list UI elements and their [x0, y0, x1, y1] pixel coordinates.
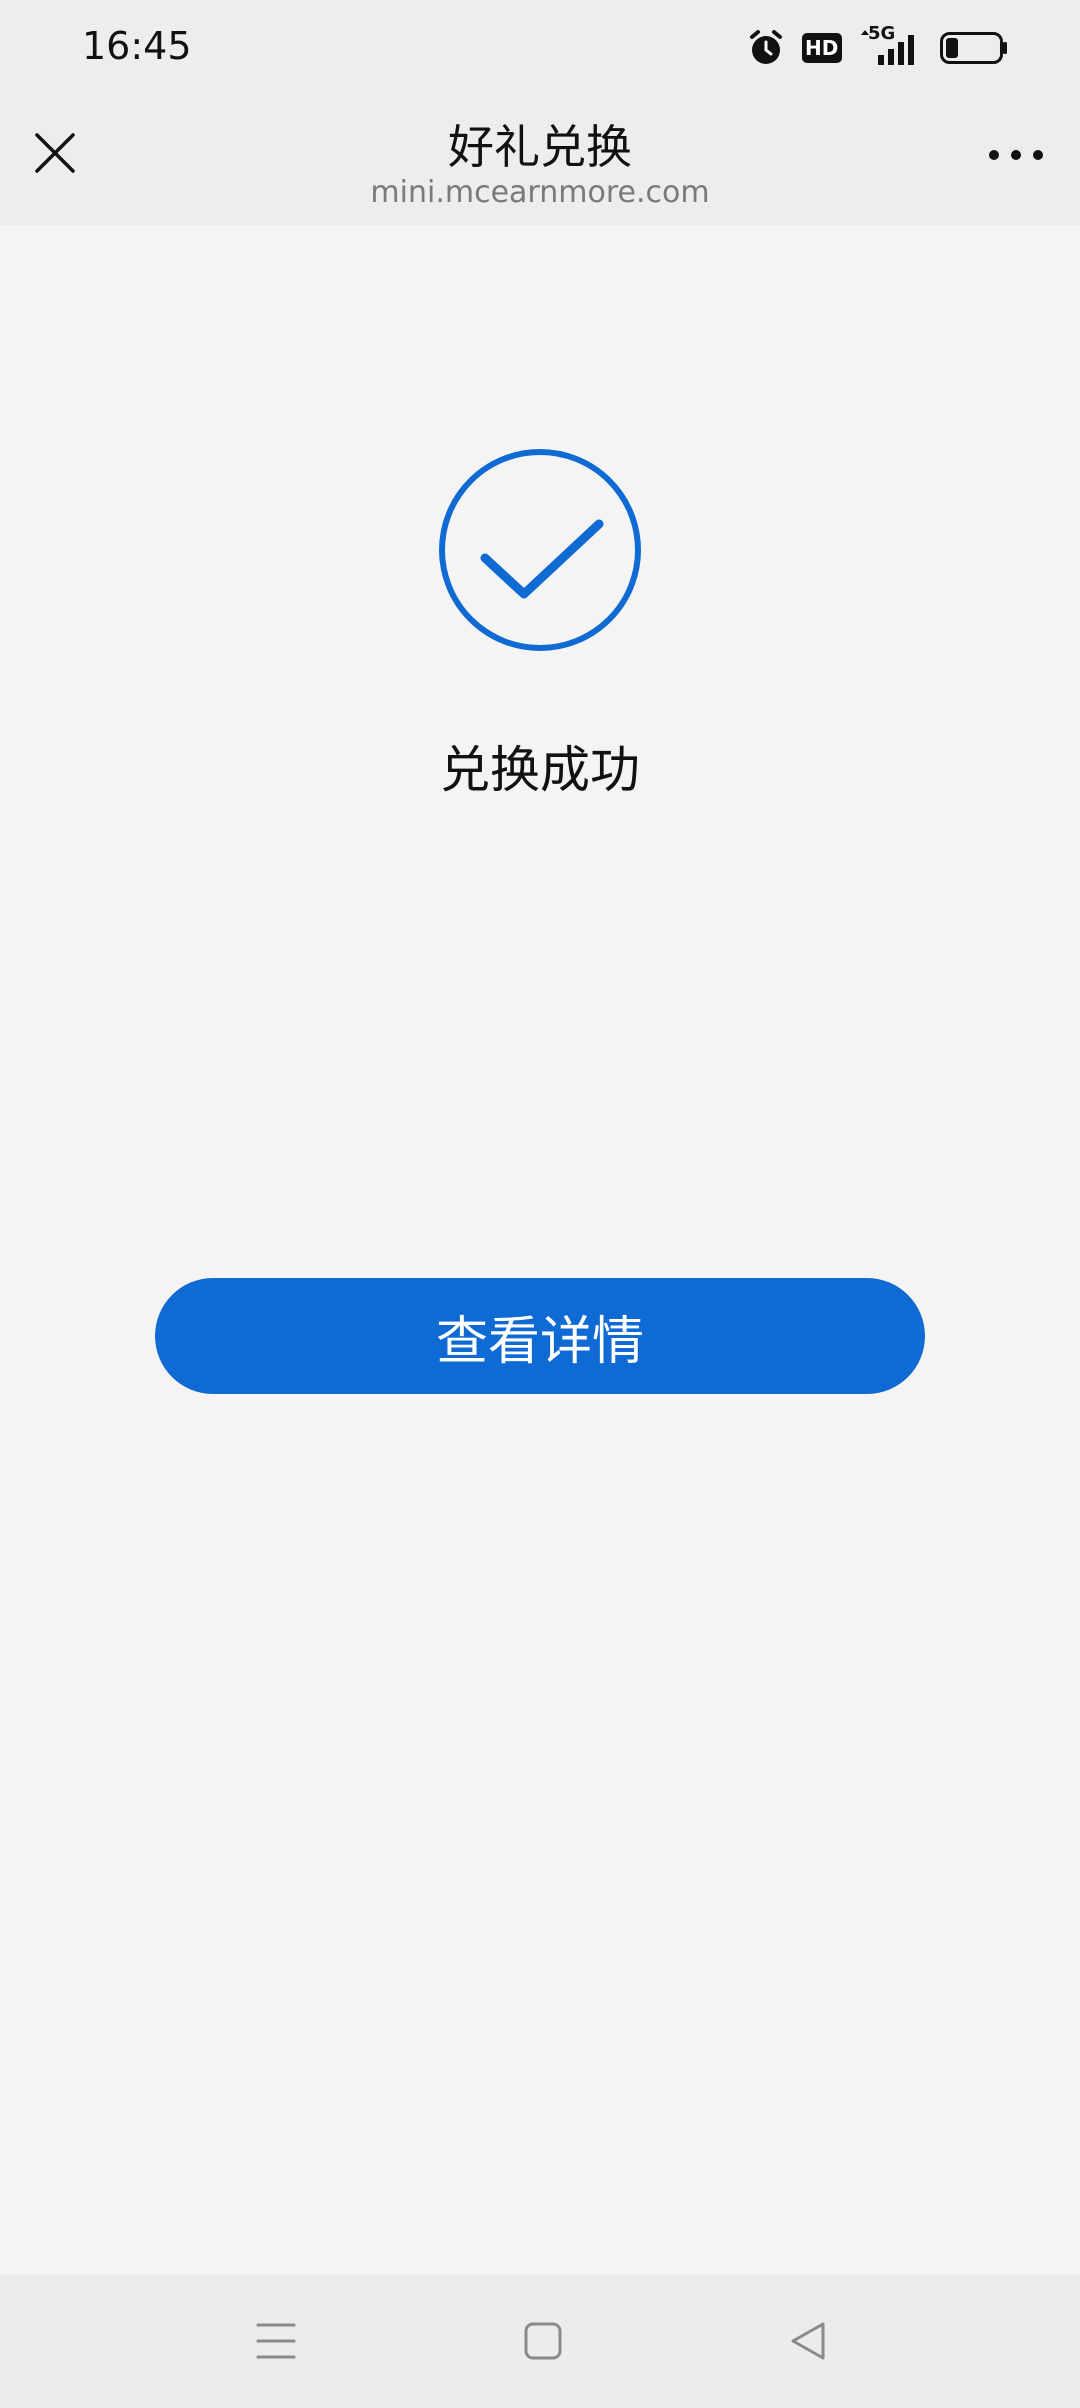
page-title: 好礼兑换	[448, 120, 632, 174]
success-message: 兑换成功	[440, 741, 640, 799]
more-button[interactable]	[976, 125, 1056, 185]
nav-menu-button[interactable]	[246, 2313, 306, 2373]
title-bar: 好礼兑换 mini.mcearnmore.com	[0, 95, 1080, 225]
status-icons: HD 5G	[748, 23, 1008, 68]
alarm-icon	[748, 29, 784, 67]
menu-icon	[256, 2321, 296, 2365]
nav-home-button[interactable]	[513, 2313, 573, 2373]
check-circle-icon	[438, 448, 642, 652]
5g-signal-icon: 5G	[860, 23, 922, 67]
system-nav-bar	[0, 2275, 1080, 2408]
more-icon	[988, 146, 1044, 165]
hd-icon: HD	[802, 33, 842, 63]
nav-back-button[interactable]	[779, 2313, 839, 2373]
status-bar: 16:45 HD 5G	[0, 0, 1080, 95]
hd-label: HD	[805, 36, 839, 60]
status-time: 16:45	[82, 24, 192, 68]
view-details-button[interactable]: 查看详情	[155, 1278, 925, 1394]
home-icon	[523, 2321, 563, 2365]
page-subtitle-domain: mini.mcearnmore.com	[370, 175, 710, 210]
screen: 16:45 HD 5G 好礼兑换 mini.mcearnmore.com 兑换成…	[0, 0, 1080, 2408]
battery-icon	[940, 31, 1008, 65]
back-icon	[789, 2321, 829, 2365]
